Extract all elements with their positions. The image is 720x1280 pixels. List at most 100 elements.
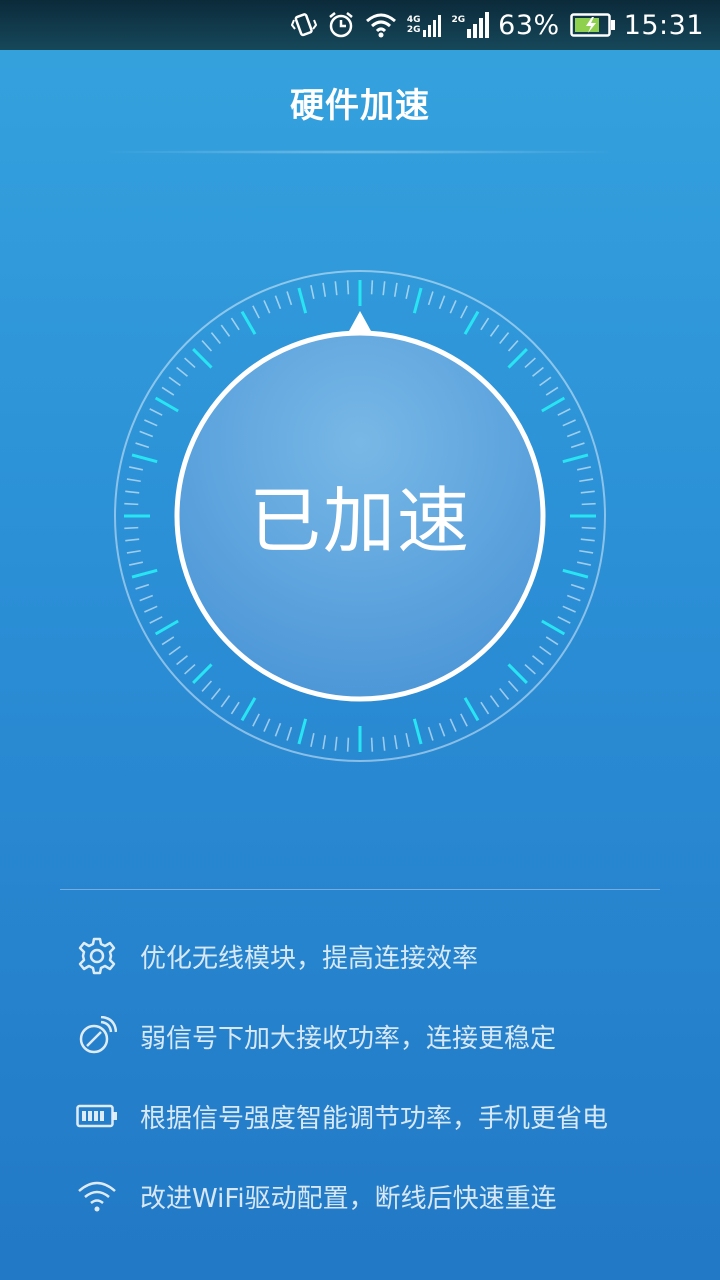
dial-minor-tick xyxy=(161,386,175,396)
dial-minor-tick xyxy=(135,442,150,449)
dial-minor-tick xyxy=(124,502,139,506)
dial-minor-tick xyxy=(393,735,398,750)
dial-minor-tick xyxy=(405,732,410,748)
wifi-icon xyxy=(76,1175,118,1217)
net-sim2-label: 2G xyxy=(451,15,466,25)
dial-minor-tick xyxy=(322,735,327,750)
dial-minor-tick xyxy=(144,419,158,427)
signal-4g-2g-icon: 4G 2G xyxy=(407,12,442,38)
feature-item: 改进WiFi驱动配置，断线后快速重连 xyxy=(76,1166,676,1226)
dial-minor-tick xyxy=(460,305,468,319)
dial-minor-tick xyxy=(427,726,434,741)
dial-minor-tick xyxy=(274,295,282,310)
feature-item: 弱信号下加大接收功率，连接更稳定 xyxy=(76,1006,676,1066)
dial-minor-tick xyxy=(449,300,457,314)
dial-major-tick xyxy=(562,453,589,464)
dial-major-tick xyxy=(131,453,158,464)
dial-major-tick xyxy=(154,396,179,413)
dial-minor-tick xyxy=(128,561,144,566)
dial-pointer-icon xyxy=(349,311,371,331)
dial-major-tick xyxy=(240,697,257,722)
dial-minor-tick xyxy=(557,616,571,624)
dial-minor-tick xyxy=(545,386,559,396)
dial-minor-tick xyxy=(128,466,144,471)
signal-boost-icon xyxy=(76,1015,118,1057)
dial-minor-tick xyxy=(252,713,260,727)
dial-major-tick xyxy=(240,310,257,335)
dial-major-tick xyxy=(297,718,308,745)
dial-minor-tick xyxy=(576,466,592,471)
header: 硬件加速 xyxy=(0,50,720,154)
dial-minor-tick xyxy=(545,636,559,646)
dial-minor-tick xyxy=(460,713,468,727)
dial-minor-tick xyxy=(139,430,154,438)
dial-major-tick xyxy=(412,287,423,314)
dial-minor-tick xyxy=(579,478,594,483)
dial-label: 已加速 xyxy=(248,478,471,563)
dial-minor-tick xyxy=(334,736,338,751)
dial-minor-tick xyxy=(322,282,327,297)
battery-charging-icon xyxy=(569,12,616,38)
dial-minor-tick xyxy=(580,538,595,542)
dial-minor-tick xyxy=(393,282,398,297)
dial-minor-tick xyxy=(274,722,282,737)
title-divider xyxy=(90,150,630,154)
dial-minor-tick xyxy=(346,737,350,752)
accelerated-status-button[interactable]: 已加速 xyxy=(178,332,542,696)
dial-major-tick xyxy=(154,619,179,636)
gear-icon xyxy=(76,935,118,977)
dial-minor-tick xyxy=(263,300,271,314)
feature-item: 优化无线模块，提高连接效率 xyxy=(76,926,676,986)
dial-minor-tick xyxy=(438,722,446,737)
dial-minor-tick xyxy=(557,408,571,416)
clock: 15:31 xyxy=(623,9,704,41)
dial-minor-tick xyxy=(144,605,158,613)
dial-minor-tick xyxy=(580,490,595,494)
net-primary-label: 4G xyxy=(406,15,421,25)
dial-minor-tick xyxy=(252,305,260,319)
dial-minor-tick xyxy=(310,284,315,300)
dial-minor-tick xyxy=(370,737,374,752)
section-divider xyxy=(60,889,660,890)
signal-2g-icon: 2G xyxy=(452,11,491,39)
alarm-icon xyxy=(327,11,355,39)
net-secondary-label: 2G xyxy=(406,25,421,35)
dial-minor-tick xyxy=(576,561,592,566)
dial-major-tick xyxy=(131,568,158,579)
wifi-icon xyxy=(365,12,397,38)
dial-minor-tick xyxy=(161,636,175,646)
dial-minor-tick xyxy=(139,594,154,602)
dial-minor-tick xyxy=(220,695,231,708)
feature-text: 改进WiFi驱动配置，断线后快速重连 xyxy=(140,1183,557,1214)
dial-minor-tick xyxy=(438,295,446,310)
dial-minor-tick xyxy=(427,291,434,306)
dial-minor-tick xyxy=(126,549,141,554)
dial-minor-tick xyxy=(382,281,386,296)
dial-minor-tick xyxy=(149,408,163,416)
dial-minor-tick xyxy=(230,317,240,331)
feature-text: 优化无线模块，提高连接效率 xyxy=(140,943,479,974)
dial-minor-tick xyxy=(581,526,596,530)
dial-minor-tick xyxy=(566,430,581,438)
dial-major-tick xyxy=(541,619,566,636)
dial-minor-tick xyxy=(124,526,139,530)
feature-text: 弱信号下加大接收功率，连接更稳定 xyxy=(140,1023,557,1054)
dial-minor-tick xyxy=(286,726,293,741)
dial-minor-tick xyxy=(230,701,240,715)
dial-minor-tick xyxy=(489,695,500,708)
dial-minor-tick xyxy=(125,490,140,494)
battery-percent: 63% xyxy=(498,9,560,41)
dial-major-tick xyxy=(412,718,423,745)
status-bar: 4G 2G 2G 63% 15:31 xyxy=(0,0,720,50)
dial-major-tick xyxy=(463,310,480,335)
dial-minor-tick xyxy=(570,442,585,449)
dial-minor-tick xyxy=(566,594,581,602)
dial-minor-tick xyxy=(480,317,490,331)
dial-minor-tick xyxy=(286,291,293,306)
battery-icon xyxy=(76,1095,118,1137)
dial-major-tick xyxy=(541,396,566,413)
dial-minor-tick xyxy=(263,718,271,732)
dial-minor-tick xyxy=(562,605,576,613)
dial-minor-tick xyxy=(334,281,338,296)
dial-minor-tick xyxy=(581,502,596,506)
